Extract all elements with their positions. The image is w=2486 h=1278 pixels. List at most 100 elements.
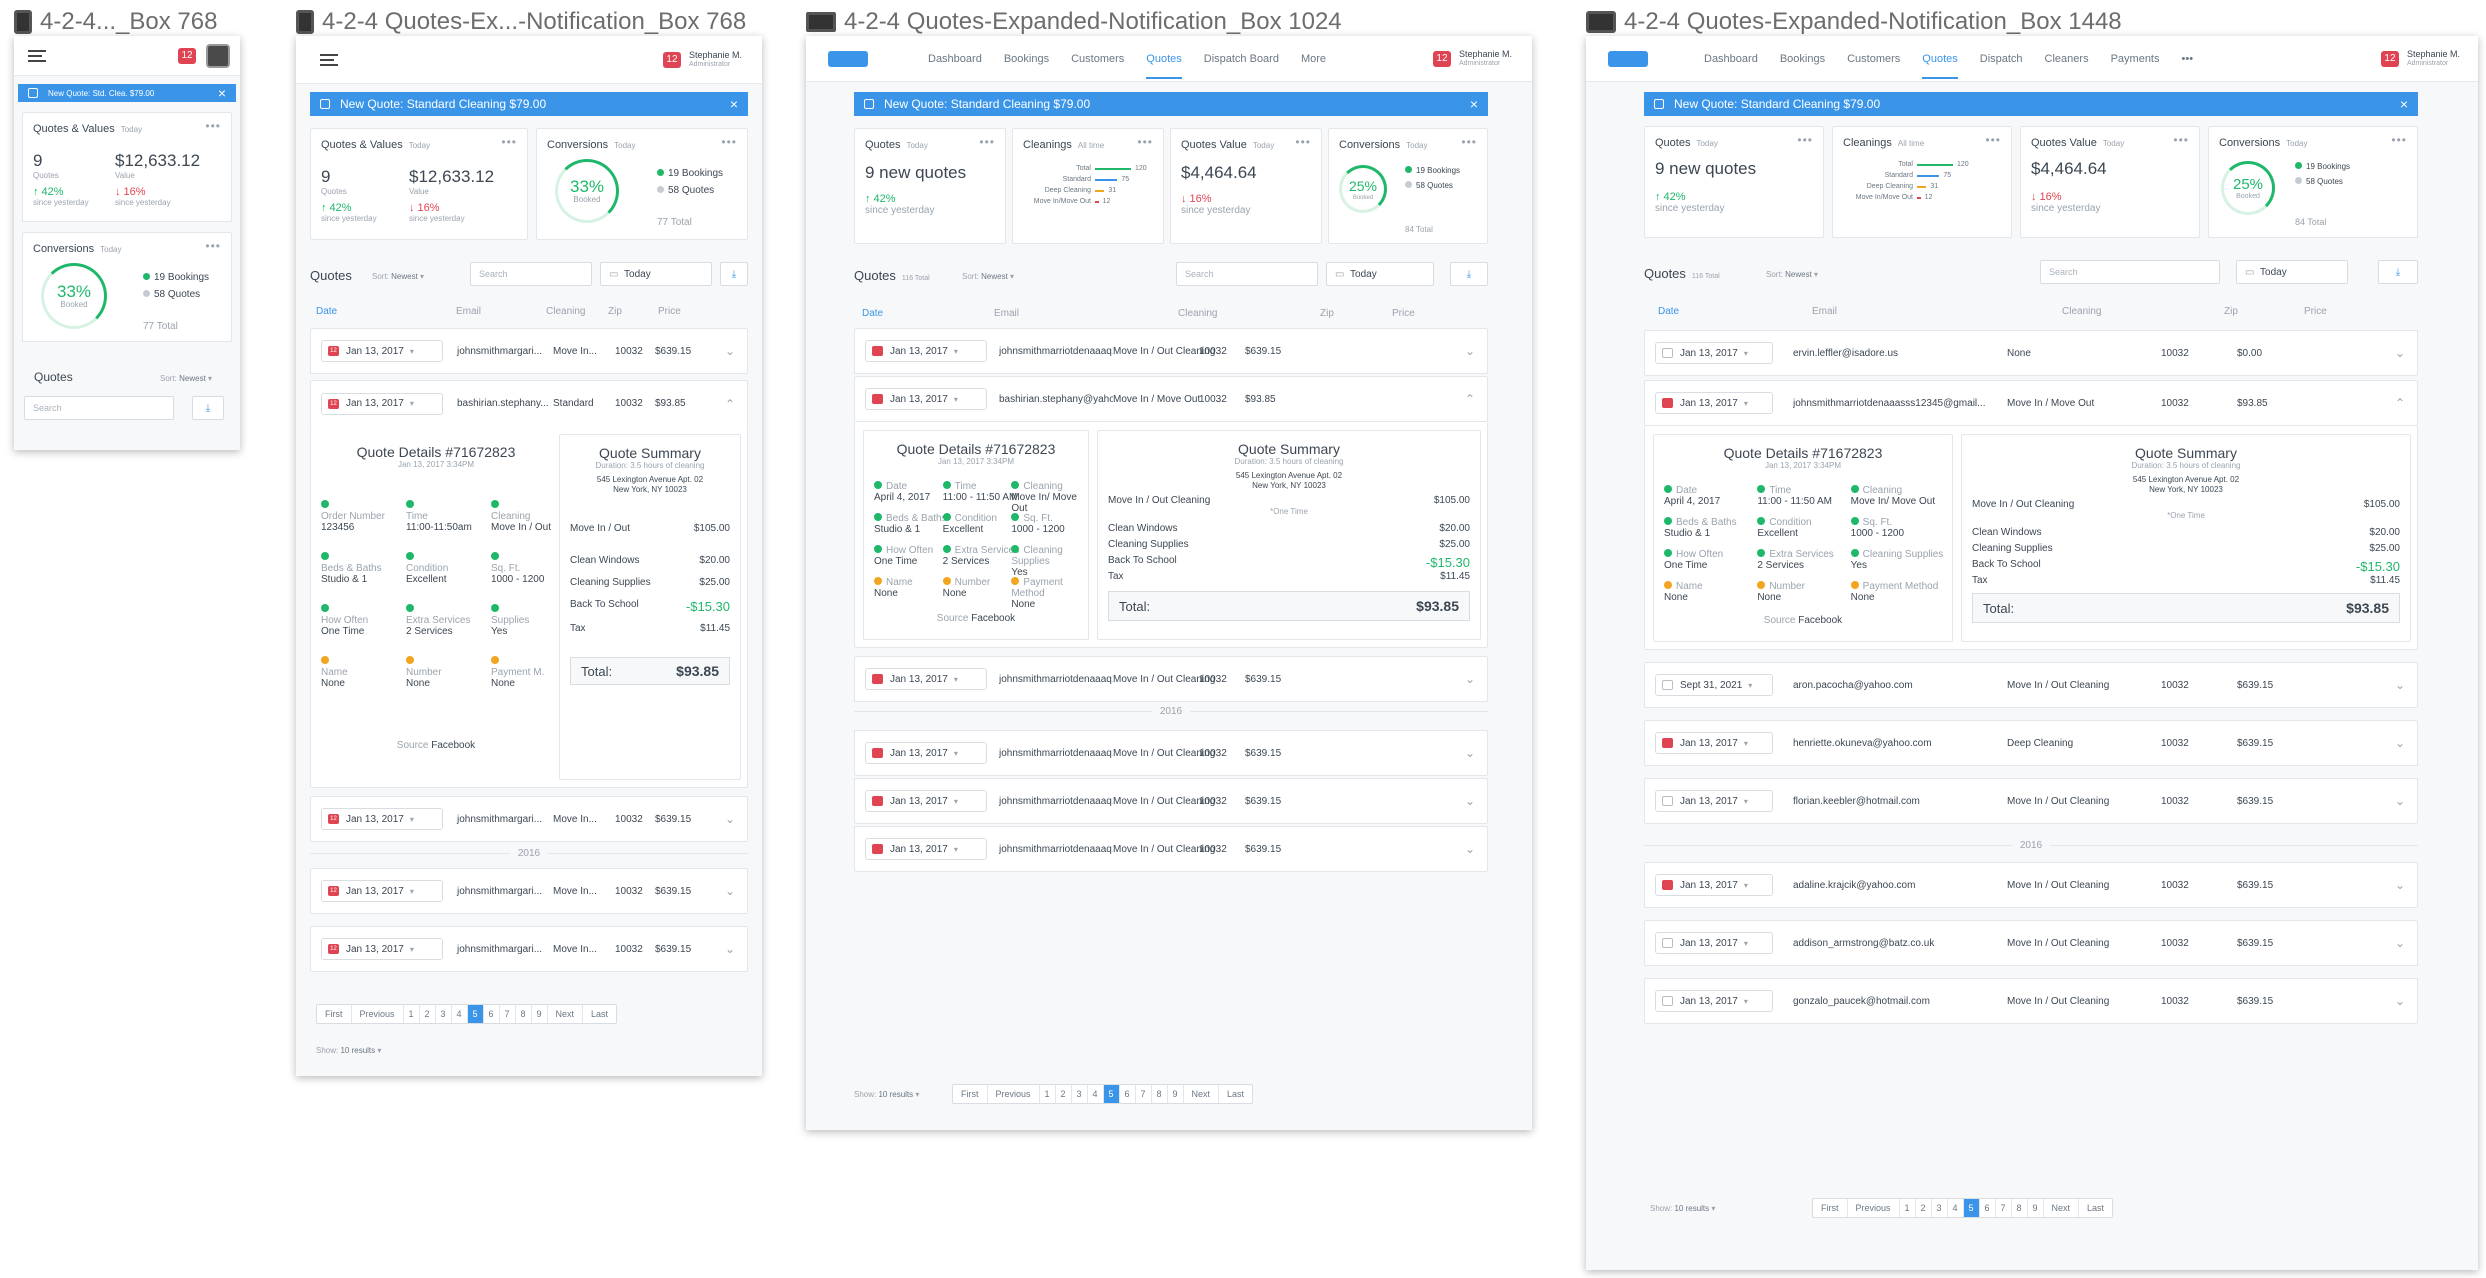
nav-item[interactable]: Customers <box>1071 39 1124 79</box>
sort-control[interactable]: Sort: Newest ▾ <box>160 374 212 383</box>
nav-item[interactable]: Dashboard <box>1704 39 1758 79</box>
nav-item[interactable]: Dispatch <box>1980 39 2023 79</box>
page-first[interactable]: First <box>317 1005 352 1023</box>
notification-banner[interactable]: New Quote: Standard Cleaning $79.00 × <box>310 92 748 116</box>
chevron-down-icon[interactable]: ⌄ <box>2395 678 2405 692</box>
row-date[interactable]: Jan 13, 2017 ▾ <box>1655 932 1773 954</box>
page-number[interactable]: 5 <box>1103 1085 1120 1103</box>
download-icon[interactable]: ⤓ <box>1450 262 1488 286</box>
page-number[interactable]: 9 <box>1168 1085 1184 1103</box>
notification-badge[interactable]: 12 <box>2380 50 2399 67</box>
row-date[interactable]: Jan 13, 2017 ▾ <box>865 388 987 410</box>
sort-control[interactable]: Sort: Newest ▾ <box>962 272 1014 281</box>
page-number[interactable]: 4 <box>452 1005 468 1023</box>
more-icon[interactable]: ••• <box>205 239 221 253</box>
page-last[interactable]: Last <box>1219 1085 1252 1103</box>
nav-item[interactable]: Customers <box>1847 39 1900 79</box>
page-next[interactable]: Next <box>1184 1085 1220 1103</box>
row-date[interactable]: Jan 13, 2017 ▾ <box>1655 790 1773 812</box>
col-cleaning[interactable]: Cleaning <box>546 306 608 317</box>
date-filter[interactable]: ▭ Today <box>2236 260 2348 284</box>
search-input[interactable]: Search <box>470 262 592 286</box>
nav-item[interactable]: Payments <box>2111 39 2160 79</box>
download-icon[interactable]: ⤓ <box>192 396 224 420</box>
download-icon[interactable]: ⤓ <box>720 262 748 286</box>
notification-badge[interactable]: 12 <box>178 47 196 64</box>
table-row[interactable]: 12 Jan 13, 2017 ▾ johnsmithmargari... Move I… <box>310 926 748 972</box>
page-number[interactable]: 4 <box>1088 1085 1104 1103</box>
more-icon[interactable]: ••• <box>2391 133 2407 147</box>
more-icon[interactable]: ••• <box>501 135 517 149</box>
row-date[interactable]: 12 Jan 13, 2017 ▾ <box>321 340 443 362</box>
page-number[interactable]: 3 <box>436 1005 452 1023</box>
notification-badge[interactable]: 12 <box>662 51 681 68</box>
page-first[interactable]: First <box>953 1085 988 1103</box>
page-number[interactable]: 1 <box>1900 1199 1916 1217</box>
page-number[interactable]: 2 <box>1916 1199 1932 1217</box>
row-date[interactable]: 12 Jan 13, 2017 ▾ <box>321 938 443 960</box>
table-row[interactable]: 12 Jan 13, 2017 ▾ johnsmithmargari... Move I… <box>310 868 748 914</box>
row-date[interactable]: 12 Jan 13, 2017 ▾ <box>321 880 443 902</box>
col-price[interactable]: Price <box>658 306 681 317</box>
sort-control[interactable]: Sort: Newest ▾ <box>372 272 424 281</box>
menu-icon[interactable] <box>28 49 46 62</box>
table-row[interactable]: Jan 13, 2017 ▾ johnsmithmarriotdenaaaq12..… <box>854 730 1488 776</box>
page-number[interactable]: 9 <box>2028 1199 2044 1217</box>
page-number[interactable]: 7 <box>500 1005 516 1023</box>
page-number[interactable]: 8 <box>516 1005 532 1023</box>
close-icon[interactable]: × <box>730 96 738 112</box>
page-number[interactable]: 6 <box>1980 1199 1996 1217</box>
chevron-down-icon[interactable]: ⌄ <box>725 884 735 898</box>
table-row-expanded[interactable]: 12 Jan 13, 2017 ▾ bashirian.stephany... Stan… <box>310 380 748 426</box>
chevron-down-icon[interactable]: ⌄ <box>1465 672 1475 686</box>
user-menu[interactable]: Stephanie M. Administrator <box>2407 49 2460 69</box>
table-row[interactable]: Jan 13, 2017 ▾ johnsmithmarriotdenaaaq12..… <box>854 778 1488 824</box>
page-number[interactable]: 3 <box>1072 1085 1088 1103</box>
chevron-down-icon[interactable]: ⌄ <box>1465 746 1475 760</box>
page-last[interactable]: Last <box>2079 1199 2112 1217</box>
nav-item[interactable]: Bookings <box>1004 39 1049 79</box>
table-row[interactable]: Jan 13, 2017 ▾ adaline.krajcik@yahoo.com Mo… <box>1644 862 2418 908</box>
table-row[interactable]: Jan 13, 2017 ▾ ervin.leffler@isadore.us Non… <box>1644 330 2418 376</box>
row-date[interactable]: Jan 13, 2017 ▾ <box>1655 342 1773 364</box>
brand-logo[interactable] <box>1608 50 1648 67</box>
col-zip[interactable]: Zip <box>1320 308 1392 319</box>
row-date[interactable]: 12 Jan 13, 2017 ▾ <box>321 808 443 830</box>
page-next[interactable]: Next <box>2044 1199 2080 1217</box>
chevron-down-icon[interactable]: ⌄ <box>1465 842 1475 856</box>
page-number[interactable]: 4 <box>1948 1199 1964 1217</box>
chevron-up-icon[interactable]: ⌃ <box>1465 392 1475 406</box>
page-number[interactable]: 1 <box>1040 1085 1056 1103</box>
download-icon[interactable]: ⤓ <box>2378 260 2418 284</box>
more-icon[interactable]: ••• <box>721 135 737 149</box>
page-last[interactable]: Last <box>583 1005 616 1023</box>
col-zip[interactable]: Zip <box>608 306 658 317</box>
search-input[interactable]: Search <box>2040 260 2220 284</box>
close-icon[interactable]: × <box>2400 96 2408 112</box>
chevron-down-icon[interactable]: ⌄ <box>2395 878 2405 892</box>
page-first[interactable]: First <box>1813 1199 1848 1217</box>
close-icon[interactable]: × <box>218 85 226 101</box>
col-date[interactable]: Date <box>862 308 994 319</box>
brand-logo[interactable] <box>828 50 868 67</box>
row-date[interactable]: Jan 13, 2017 ▾ <box>1655 990 1773 1012</box>
table-row[interactable]: Jan 13, 2017 ▾ johnsmithmarriotdenaaasss12… <box>1644 380 2418 426</box>
row-date[interactable]: Jan 13, 2017 ▾ <box>865 742 987 764</box>
page-number[interactable]: 2 <box>1056 1085 1072 1103</box>
avatar[interactable] <box>206 43 230 68</box>
more-icon[interactable]: ••• <box>205 119 221 133</box>
date-filter[interactable]: ▭ Today <box>1326 262 1434 286</box>
notification-badge[interactable]: 12 <box>1432 50 1451 67</box>
results-per-page[interactable]: Show: 10 results ▾ <box>316 1046 381 1055</box>
col-date[interactable]: Date <box>1658 306 1812 317</box>
table-row[interactable]: Jan 13, 2017 ▾ gonzalo_paucek@hotmail.com M… <box>1644 978 2418 1024</box>
chevron-up-icon[interactable]: ⌃ <box>725 397 735 411</box>
menu-icon[interactable] <box>320 53 338 66</box>
chevron-down-icon[interactable]: ⌄ <box>2395 994 2405 1008</box>
nav-item[interactable]: Dispatch Board <box>1204 39 1279 79</box>
page-number[interactable]: 8 <box>1152 1085 1168 1103</box>
page-previous[interactable]: Previous <box>1848 1199 1900 1217</box>
more-icon[interactable]: ••• <box>1797 133 1813 147</box>
more-icon[interactable]: ••• <box>2173 133 2189 147</box>
row-date[interactable]: Jan 13, 2017 ▾ <box>865 790 987 812</box>
